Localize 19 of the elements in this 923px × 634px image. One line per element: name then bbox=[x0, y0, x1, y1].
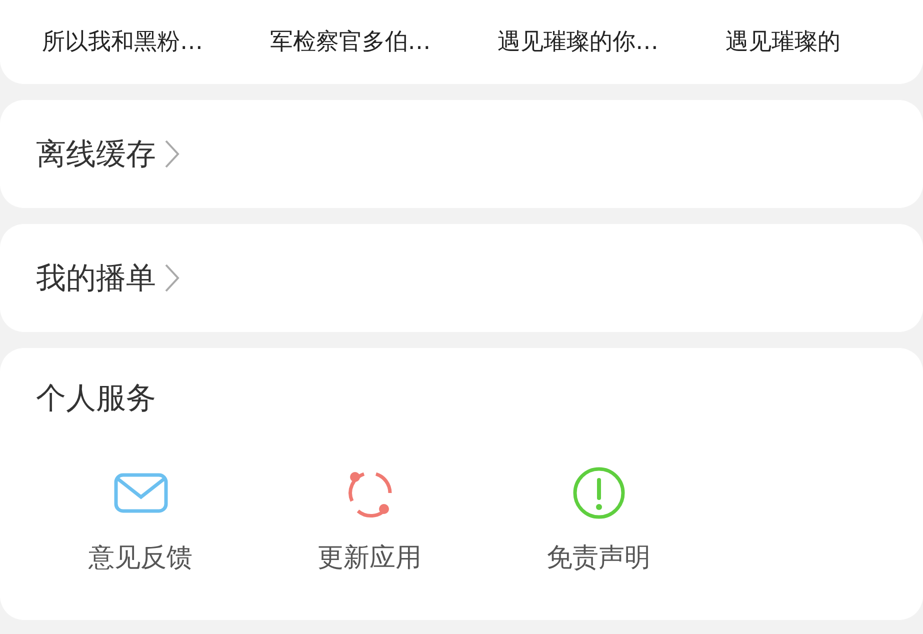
section-title: 个人服务 bbox=[36, 380, 157, 418]
chevron-right-icon bbox=[164, 139, 180, 169]
service-button[interactable]: 意见反馈 bbox=[26, 465, 255, 578]
service-label: 免责声明 bbox=[546, 542, 650, 575]
service-label: 意见反馈 bbox=[88, 542, 192, 575]
service-label: 更新应用 bbox=[318, 542, 422, 575]
service-button[interactable]: 免责声明 bbox=[484, 465, 713, 578]
chevron-right-icon bbox=[164, 263, 180, 293]
video-title[interactable]: 军检察官多伯… bbox=[270, 24, 468, 60]
menu-card[interactable]: 离线缓存 bbox=[0, 100, 923, 208]
menu-label: 离线缓存 bbox=[36, 136, 156, 174]
envelope-icon bbox=[114, 473, 168, 513]
menu-label: 我的播单 bbox=[36, 260, 156, 298]
service-button[interactable]: 更新应用 bbox=[255, 465, 484, 578]
video-title[interactable]: 所以我和黑粉… bbox=[42, 24, 240, 60]
video-title[interactable]: 遇见璀璨的你… bbox=[498, 24, 696, 60]
menu-card[interactable]: 我的播单 bbox=[0, 224, 923, 332]
exclamation-icon bbox=[570, 465, 626, 521]
video-title[interactable]: 遇见璀璨的 bbox=[725, 24, 923, 60]
